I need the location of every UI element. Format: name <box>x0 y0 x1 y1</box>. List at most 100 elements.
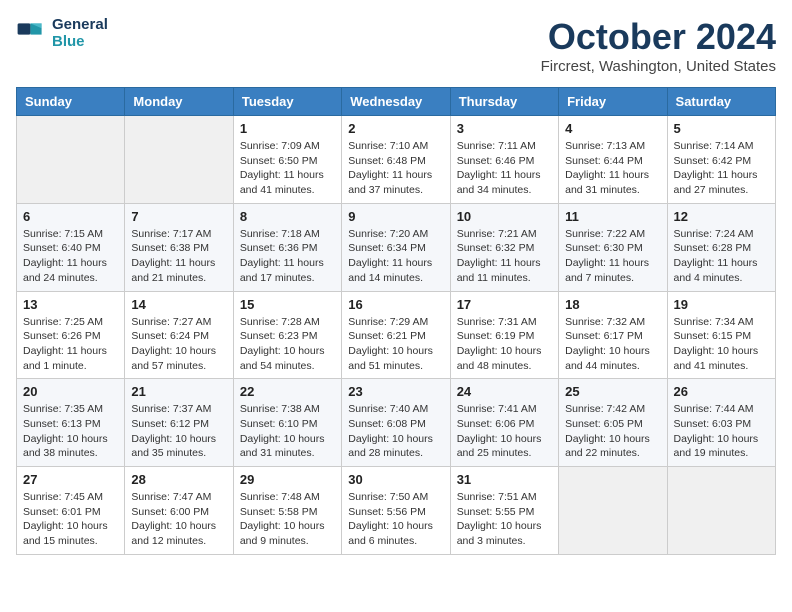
calendar-cell: 27Sunrise: 7:45 AM Sunset: 6:01 PM Dayli… <box>17 467 125 555</box>
day-number: 20 <box>23 384 118 399</box>
day-number: 29 <box>240 472 335 487</box>
calendar-cell: 21Sunrise: 7:37 AM Sunset: 6:12 PM Dayli… <box>125 379 233 467</box>
day-info: Sunrise: 7:31 AM Sunset: 6:19 PM Dayligh… <box>457 315 552 374</box>
day-info: Sunrise: 7:17 AM Sunset: 6:38 PM Dayligh… <box>131 227 226 286</box>
day-number: 4 <box>565 121 660 136</box>
day-number: 2 <box>348 121 443 136</box>
calendar-table: SundayMondayTuesdayWednesdayThursdayFrid… <box>16 87 776 555</box>
calendar-cell <box>17 116 125 204</box>
day-info: Sunrise: 7:48 AM Sunset: 5:58 PM Dayligh… <box>240 490 335 549</box>
calendar-cell: 25 Sunrise: 7:42 AM Sunset: 6:05 PM Dayli… <box>559 379 667 467</box>
calendar-cell: 14Sunrise: 7:27 AM Sunset: 6:24 PM Dayli… <box>125 291 233 379</box>
day-info: Sunrise: 7:22 AM Sunset: 6:30 PM Dayligh… <box>565 227 660 286</box>
day-number: 11 <box>565 209 660 224</box>
calendar-cell: 29 Sunrise: 7:48 AM Sunset: 5:58 PM Dayli… <box>233 467 341 555</box>
calendar-cell: 5Sunrise: 7:14 AM Sunset: 6:42 PM Daylig… <box>667 116 775 204</box>
day-number: 12 <box>674 209 769 224</box>
weekday-header-friday: Friday <box>559 88 667 116</box>
day-info: Sunrise: 7:32 AM Sunset: 6:17 PM Dayligh… <box>565 315 660 374</box>
day-info: Sunrise: 7:25 AM Sunset: 6:26 PM Dayligh… <box>23 315 118 374</box>
calendar-cell <box>125 116 233 204</box>
weekday-header-row: SundayMondayTuesdayWednesdayThursdayFrid… <box>17 88 776 116</box>
day-info: Sunrise: 7:44 AM Sunset: 6:03 PM Dayligh… <box>674 402 769 461</box>
calendar-cell: 15Sunrise: 7:28 AM Sunset: 6:23 PM Dayli… <box>233 291 341 379</box>
day-number: 6 <box>23 209 118 224</box>
calendar-cell <box>667 467 775 555</box>
day-info: Sunrise: 7:09 AM Sunset: 6:50 PM Dayligh… <box>240 139 335 198</box>
day-number: 9 <box>348 209 443 224</box>
calendar-cell: 23 Sunrise: 7:40 AM Sunset: 6:08 PM Dayli… <box>342 379 450 467</box>
day-info: Sunrise: 7:21 AM Sunset: 6:32 PM Dayligh… <box>457 227 552 286</box>
day-info: Sunrise: 7:42 AM Sunset: 6:05 PM Dayligh… <box>565 402 660 461</box>
week-row-1: 1 Sunrise: 7:09 AM Sunset: 6:50 PM Daylig… <box>17 116 776 204</box>
calendar-cell: 9Sunrise: 7:20 AM Sunset: 6:34 PM Daylig… <box>342 203 450 291</box>
day-number: 24 <box>457 384 552 399</box>
calendar-cell: 17 Sunrise: 7:31 AM Sunset: 6:19 PM Dayli… <box>450 291 558 379</box>
calendar-cell: 4 Sunrise: 7:13 AM Sunset: 6:44 PM Daylig… <box>559 116 667 204</box>
weekday-header-saturday: Saturday <box>667 88 775 116</box>
day-number: 17 <box>457 297 552 312</box>
calendar-cell: 24Sunrise: 7:41 AM Sunset: 6:06 PM Dayli… <box>450 379 558 467</box>
logo-icon <box>16 17 48 49</box>
calendar-cell: 16Sunrise: 7:29 AM Sunset: 6:21 PM Dayli… <box>342 291 450 379</box>
day-number: 15 <box>240 297 335 312</box>
day-number: 8 <box>240 209 335 224</box>
day-number: 26 <box>674 384 769 399</box>
day-number: 22 <box>240 384 335 399</box>
calendar-cell: 6 Sunrise: 7:15 AM Sunset: 6:40 PM Daylig… <box>17 203 125 291</box>
day-info: Sunrise: 7:29 AM Sunset: 6:21 PM Dayligh… <box>348 315 443 374</box>
page-header: General Blue October 2024 Fircrest, Wash… <box>16 16 776 75</box>
day-info: Sunrise: 7:51 AM Sunset: 5:55 PM Dayligh… <box>457 490 552 549</box>
weekday-header-sunday: Sunday <box>17 88 125 116</box>
calendar-cell: 10 Sunrise: 7:21 AM Sunset: 6:32 PM Dayli… <box>450 203 558 291</box>
logo-text: General Blue <box>52 16 108 50</box>
day-info: Sunrise: 7:40 AM Sunset: 6:08 PM Dayligh… <box>348 402 443 461</box>
week-row-3: 13 Sunrise: 7:25 AM Sunset: 6:26 PM Dayli… <box>17 291 776 379</box>
title-block: October 2024 Fircrest, Washington, Unite… <box>541 16 776 75</box>
weekday-header-wednesday: Wednesday <box>342 88 450 116</box>
day-number: 18 <box>565 297 660 312</box>
calendar-cell: 2 Sunrise: 7:10 AM Sunset: 6:48 PM Daylig… <box>342 116 450 204</box>
calendar-cell: 30Sunrise: 7:50 AM Sunset: 5:56 PM Dayli… <box>342 467 450 555</box>
calendar-cell: 7Sunrise: 7:17 AM Sunset: 6:38 PM Daylig… <box>125 203 233 291</box>
week-row-5: 27Sunrise: 7:45 AM Sunset: 6:01 PM Dayli… <box>17 467 776 555</box>
day-number: 3 <box>457 121 552 136</box>
calendar-cell: 20Sunrise: 7:35 AM Sunset: 6:13 PM Dayli… <box>17 379 125 467</box>
week-row-2: 6 Sunrise: 7:15 AM Sunset: 6:40 PM Daylig… <box>17 203 776 291</box>
calendar-cell: 13 Sunrise: 7:25 AM Sunset: 6:26 PM Dayli… <box>17 291 125 379</box>
day-info: Sunrise: 7:47 AM Sunset: 6:00 PM Dayligh… <box>131 490 226 549</box>
day-number: 25 <box>565 384 660 399</box>
day-number: 23 <box>348 384 443 399</box>
day-number: 1 <box>240 121 335 136</box>
day-info: Sunrise: 7:45 AM Sunset: 6:01 PM Dayligh… <box>23 490 118 549</box>
calendar-cell: 19 Sunrise: 7:34 AM Sunset: 6:15 PM Dayli… <box>667 291 775 379</box>
calendar-cell: 28 Sunrise: 7:47 AM Sunset: 6:00 PM Dayli… <box>125 467 233 555</box>
day-number: 30 <box>348 472 443 487</box>
location: Fircrest, Washington, United States <box>541 58 776 75</box>
day-info: Sunrise: 7:18 AM Sunset: 6:36 PM Dayligh… <box>240 227 335 286</box>
day-info: Sunrise: 7:11 AM Sunset: 6:46 PM Dayligh… <box>457 139 552 198</box>
day-info: Sunrise: 7:24 AM Sunset: 6:28 PM Dayligh… <box>674 227 769 286</box>
day-number: 13 <box>23 297 118 312</box>
day-info: Sunrise: 7:27 AM Sunset: 6:24 PM Dayligh… <box>131 315 226 374</box>
calendar-cell: 31Sunrise: 7:51 AM Sunset: 5:55 PM Dayli… <box>450 467 558 555</box>
calendar-cell: 26 Sunrise: 7:44 AM Sunset: 6:03 PM Dayli… <box>667 379 775 467</box>
day-info: Sunrise: 7:38 AM Sunset: 6:10 PM Dayligh… <box>240 402 335 461</box>
day-info: Sunrise: 7:10 AM Sunset: 6:48 PM Dayligh… <box>348 139 443 198</box>
weekday-header-monday: Monday <box>125 88 233 116</box>
weekday-header-tuesday: Tuesday <box>233 88 341 116</box>
calendar-cell: 12 Sunrise: 7:24 AM Sunset: 6:28 PM Dayli… <box>667 203 775 291</box>
day-number: 21 <box>131 384 226 399</box>
weekday-header-thursday: Thursday <box>450 88 558 116</box>
month-title: October 2024 <box>541 16 776 58</box>
day-info: Sunrise: 7:34 AM Sunset: 6:15 PM Dayligh… <box>674 315 769 374</box>
day-number: 28 <box>131 472 226 487</box>
day-number: 10 <box>457 209 552 224</box>
day-info: Sunrise: 7:13 AM Sunset: 6:44 PM Dayligh… <box>565 139 660 198</box>
calendar-cell: 18 Sunrise: 7:32 AM Sunset: 6:17 PM Dayli… <box>559 291 667 379</box>
day-info: Sunrise: 7:14 AM Sunset: 6:42 PM Dayligh… <box>674 139 769 198</box>
calendar-cell <box>559 467 667 555</box>
calendar-cell: 1 Sunrise: 7:09 AM Sunset: 6:50 PM Daylig… <box>233 116 341 204</box>
day-number: 19 <box>674 297 769 312</box>
day-info: Sunrise: 7:15 AM Sunset: 6:40 PM Dayligh… <box>23 227 118 286</box>
